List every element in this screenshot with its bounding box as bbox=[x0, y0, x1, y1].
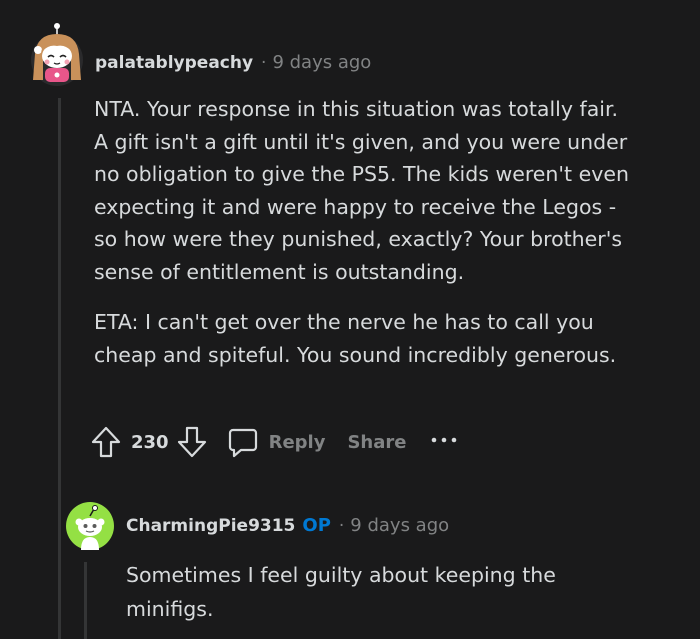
reply-meta: CharmingPie9315 OP · 9 days ago bbox=[126, 515, 449, 536]
comment-paragraph: NTA. Your response in this situation was… bbox=[94, 93, 684, 288]
upvote-arrow-icon[interactable] bbox=[91, 426, 121, 458]
comment-line: sense of entitlement is outstanding. bbox=[94, 259, 465, 284]
share-button[interactable]: Share bbox=[347, 432, 406, 453]
reply-body: Sometimes I feel guilty about keeping th… bbox=[126, 558, 686, 626]
username[interactable]: CharmingPie9315 bbox=[126, 516, 295, 536]
girl-snoo-avatar-icon bbox=[31, 23, 83, 86]
downvote-arrow-icon[interactable] bbox=[177, 426, 207, 458]
thread-collapse-line[interactable] bbox=[58, 98, 61, 639]
more-dots-icon[interactable] bbox=[430, 437, 460, 447]
op-avatar[interactable] bbox=[66, 502, 114, 550]
comment-paragraph: ETA: I can't get over the nerve he has t… bbox=[94, 306, 684, 371]
reply-label: Reply bbox=[268, 431, 326, 453]
comment-line: so how were they punished, exactly? Your… bbox=[94, 227, 623, 251]
user-avatar[interactable] bbox=[27, 22, 87, 88]
op-badge: OP bbox=[302, 515, 331, 536]
timestamp[interactable]: 9 days ago bbox=[350, 515, 449, 536]
comment-line: expecting it and were happy to receive t… bbox=[94, 194, 617, 219]
reply-line: Sometimes I feel guilty about keeping th… bbox=[126, 563, 556, 587]
chat-bubble-icon bbox=[228, 428, 257, 458]
reply-paragraph: Sometimes I feel guilty about keeping th… bbox=[126, 558, 686, 626]
comment-thread: palatablypeachy · 9 days ago NTA. Your r… bbox=[0, 0, 700, 639]
meta-separator: · bbox=[338, 516, 345, 536]
comment-line: no obligation to give the PS5. The kids … bbox=[94, 162, 629, 186]
vote-count: 230 bbox=[131, 431, 169, 453]
comment-line: A gift isn't a gift until it's given, an… bbox=[94, 129, 628, 154]
username[interactable]: palatablypeachy bbox=[95, 53, 253, 73]
comment-line: cheap and spiteful. You sound incredibly… bbox=[94, 342, 617, 367]
meta-separator: · bbox=[261, 53, 267, 73]
comment-line: ETA: I can't get over the nerve he has t… bbox=[94, 310, 594, 334]
comment-meta: palatablypeachy · 9 days ago bbox=[95, 52, 371, 73]
reply-button[interactable]: Reply bbox=[227, 426, 326, 458]
comment-line: NTA. Your response in this situation was… bbox=[94, 97, 619, 121]
thread-collapse-line[interactable] bbox=[84, 562, 87, 639]
comment-actions: 230 Reply Share bbox=[91, 424, 460, 460]
timestamp[interactable]: 9 days ago bbox=[272, 52, 371, 73]
default-snoo-avatar-icon bbox=[66, 502, 114, 550]
reply-line: minifigs. bbox=[126, 597, 214, 621]
comment-body: NTA. Your response in this situation was… bbox=[94, 93, 684, 389]
